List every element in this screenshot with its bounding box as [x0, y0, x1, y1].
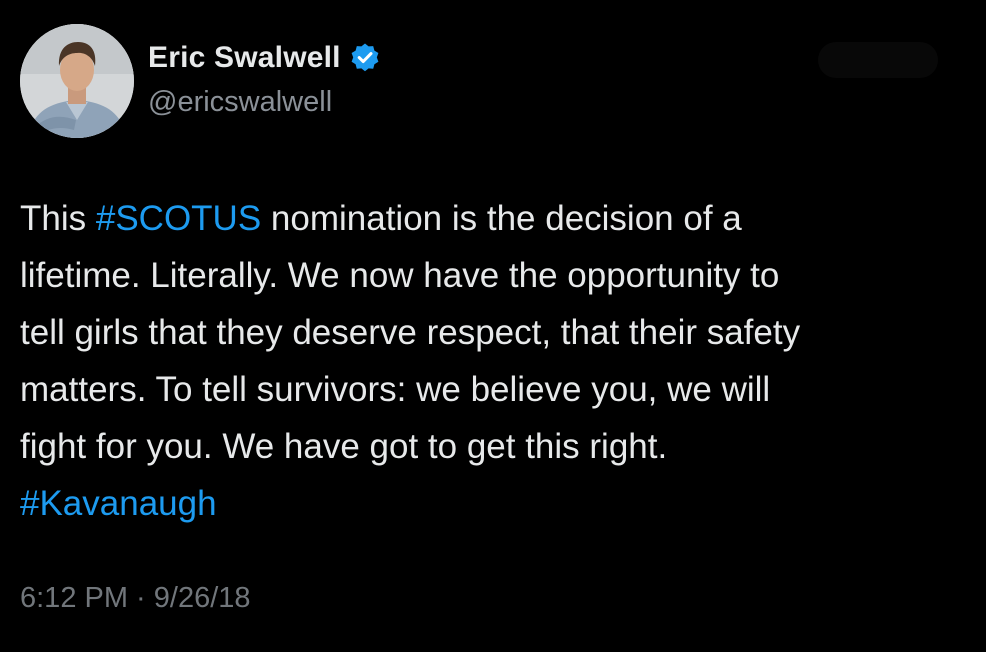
hashtag-link[interactable]: #SCOTUS — [96, 199, 261, 238]
verified-badge-icon — [349, 42, 381, 74]
tweet-text-segment: nomination is the decision of a — [261, 199, 742, 238]
tweet-text-line: tell girls that they deserve respect, th… — [20, 304, 960, 361]
author-name-row: Eric Swalwell — [148, 38, 381, 78]
avatar[interactable] — [20, 24, 134, 138]
tweet-text-line: matters. To tell survivors: we believe y… — [20, 361, 960, 418]
tweet-text-segment: tell girls that they deserve respect, th… — [20, 313, 801, 352]
tweet-text-line: lifetime. Literally. We now have the opp… — [20, 247, 960, 304]
tweet-text-segment: This — [20, 199, 96, 238]
author-handle[interactable]: @ericswalwell — [148, 86, 332, 119]
tweet-text: This #SCOTUS nomination is the decision … — [20, 190, 960, 532]
tweet-text-line: fight for you. We have got to get this r… — [20, 418, 960, 475]
follow-button[interactable] — [818, 42, 938, 78]
tweet-text-segment: lifetime. Literally. We now have the opp… — [20, 256, 780, 295]
tweet-card: Eric Swalwell @ericswalwell This #SCOTUS… — [0, 0, 986, 652]
avatar-image — [20, 24, 134, 138]
tweet-text-segment: fight for you. We have got to get this r… — [20, 427, 668, 466]
hashtag-link[interactable]: #Kavanaugh — [20, 484, 217, 523]
tweet-text-line: #Kavanaugh — [20, 475, 960, 532]
tweet-timestamp[interactable]: 6:12 PM · 9/26/18 — [20, 582, 251, 615]
tweet-text-line: This #SCOTUS nomination is the decision … — [20, 190, 960, 247]
author-display-name[interactable]: Eric Swalwell — [148, 41, 341, 75]
tweet-text-segment: matters. To tell survivors: we believe y… — [20, 370, 771, 409]
